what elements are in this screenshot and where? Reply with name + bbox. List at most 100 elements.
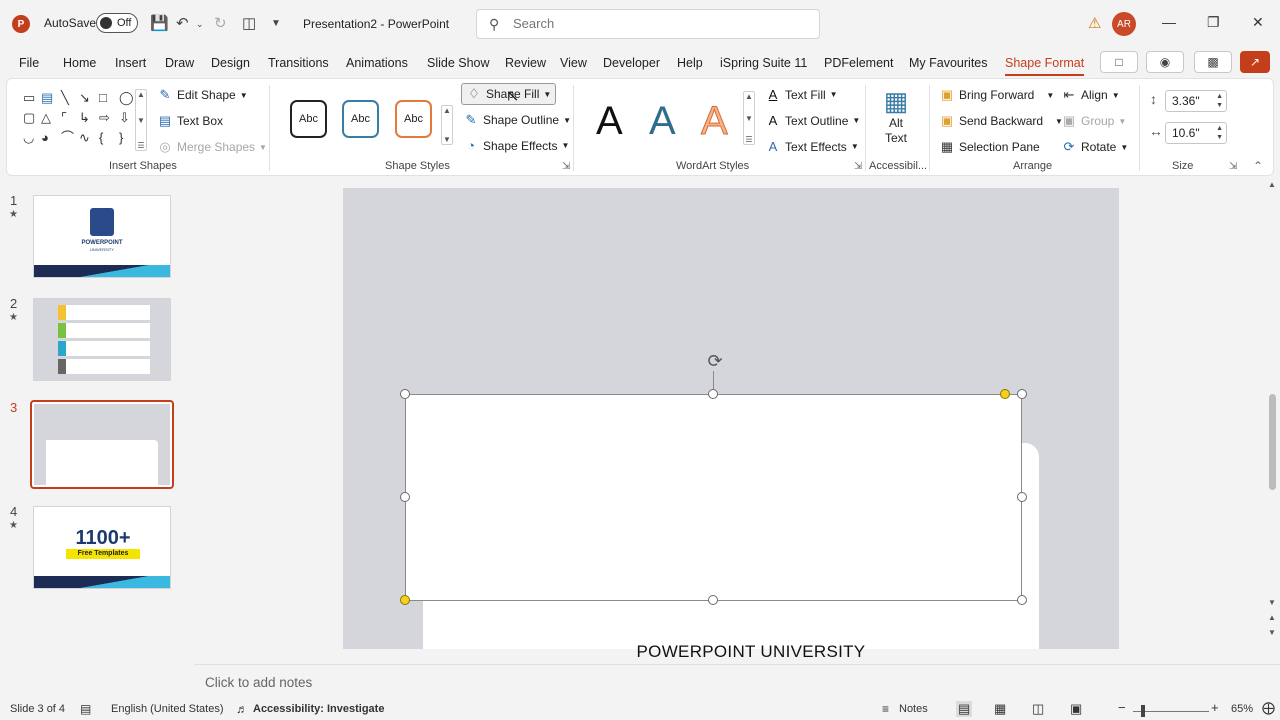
- spinner-icon[interactable]: ▲ ▼: [1216, 92, 1223, 110]
- shape-style-blue[interactable]: Abc: [342, 100, 379, 138]
- chevron-down-icon[interactable]: ▼: [137, 116, 145, 125]
- resize-handle-left[interactable]: [400, 492, 410, 502]
- shape-height-input[interactable]: 3.36" ▲ ▼: [1165, 90, 1227, 112]
- arc-shape-icon[interactable]: ⌒: [61, 131, 74, 145]
- more-icon[interactable]: ☰: [137, 141, 144, 150]
- merge-shapes-button[interactable]: ◎ Merge Shapes ▼: [157, 139, 267, 155]
- tab-home[interactable]: Home: [63, 56, 96, 70]
- share-button[interactable]: ↗: [1240, 51, 1270, 73]
- alt-text-button[interactable]: ▦ Alt Text: [879, 87, 913, 145]
- tab-slide-show[interactable]: Slide Show: [427, 56, 490, 70]
- tab-file[interactable]: File: [19, 56, 39, 70]
- chevron-up-icon[interactable]: ▲: [137, 90, 145, 99]
- adjust-handle[interactable]: [1000, 389, 1010, 399]
- right-brace-shape-icon[interactable]: }: [119, 131, 123, 145]
- vertical-scrollbar[interactable]: ▲ ▼ ▲ ▼: [1266, 176, 1280, 664]
- zoom-in-icon[interactable]: +: [1211, 700, 1219, 715]
- spelling-icon[interactable]: ▤: [80, 702, 91, 716]
- shape-style-black[interactable]: Abc: [290, 100, 327, 138]
- scribble-shape-icon[interactable]: ◕: [41, 131, 49, 145]
- restore-icon[interactable]: ❐: [1207, 14, 1220, 31]
- dialog-launcher-icon[interactable]: ⇲: [562, 161, 570, 172]
- shape-width-input[interactable]: 10.6" ▲ ▼: [1165, 122, 1227, 144]
- notes-pane[interactable]: Click to add notes: [194, 664, 1280, 696]
- scroll-down-icon[interactable]: ▼: [1268, 598, 1276, 607]
- slide-sorter-icon[interactable]: ▦: [994, 701, 1006, 717]
- previous-slide-icon[interactable]: ▲: [1268, 613, 1276, 622]
- dialog-launcher-icon[interactable]: ⇲: [1229, 161, 1237, 172]
- rotate-button[interactable]: ⟳ Rotate ▼: [1061, 139, 1129, 155]
- adjust-handle[interactable]: [400, 595, 410, 605]
- slideshow-icon[interactable]: ▣: [1070, 701, 1082, 717]
- minimize-icon[interactable]: —: [1162, 14, 1176, 30]
- tab-insert[interactable]: Insert: [115, 56, 146, 70]
- chevron-up-icon[interactable]: ▲: [443, 106, 451, 115]
- teams-button[interactable]: ▩: [1194, 51, 1232, 73]
- search-input[interactable]: [513, 16, 793, 31]
- tab-view[interactable]: View: [560, 56, 587, 70]
- down-arrow-shape-icon[interactable]: ⇩: [119, 111, 130, 125]
- tab-developer[interactable]: Developer: [603, 56, 660, 70]
- selected-shape[interactable]: [405, 394, 1022, 601]
- arrow-line-shape-icon[interactable]: ↘: [79, 91, 90, 105]
- collapse-ribbon-icon[interactable]: ⌃: [1253, 159, 1263, 173]
- slide-thumbnail-1[interactable]: POWERPOINT UNIVERSITY: [33, 195, 171, 278]
- resize-handle-top-left[interactable]: [400, 389, 410, 399]
- reading-view-icon[interactable]: ◫: [1032, 701, 1044, 717]
- align-button[interactable]: ⇤ Align ▼: [1061, 87, 1120, 103]
- fit-to-window-icon[interactable]: ⨁: [1262, 700, 1275, 716]
- resize-handle-top-right[interactable]: [1017, 389, 1027, 399]
- search-box[interactable]: ⚲: [476, 9, 820, 39]
- language-indicator[interactable]: English (United States): [111, 703, 224, 715]
- wordart-blue[interactable]: A: [649, 99, 676, 144]
- redo-icon[interactable]: ↻: [214, 14, 227, 32]
- present-icon[interactable]: ◫: [242, 14, 256, 32]
- text-fill-button[interactable]: A Text Fill ▼: [765, 87, 838, 102]
- undo-dropdown-icon[interactable]: ⌄: [196, 19, 204, 30]
- rotate-handle-icon[interactable]: ⟳: [704, 350, 726, 372]
- scroll-up-icon[interactable]: ▲: [1268, 180, 1276, 189]
- shape-effects-button[interactable]: ◔ Shape Effects ▼: [463, 138, 569, 153]
- warning-icon[interactable]: ⚠: [1088, 14, 1101, 32]
- resize-handle-right[interactable]: [1017, 492, 1027, 502]
- chevron-down-icon[interactable]: ▼: [745, 114, 753, 123]
- tab-animations[interactable]: Animations: [346, 56, 408, 70]
- autosave-toggle[interactable]: Off: [96, 13, 138, 33]
- tab-my-favourites[interactable]: My Favourites: [909, 56, 988, 70]
- edit-shape-button[interactable]: ✎ Edit Shape ▼: [157, 87, 248, 103]
- textbox-shape-icon[interactable]: ▤: [41, 91, 53, 105]
- shapes-gallery-scroll[interactable]: ▲ ▼ ☰: [135, 89, 147, 151]
- close-icon[interactable]: ✕: [1252, 14, 1264, 31]
- chevron-down-icon[interactable]: ▼: [443, 135, 451, 144]
- resize-handle-bottom[interactable]: [708, 595, 718, 605]
- record-button[interactable]: ◉: [1146, 51, 1184, 73]
- slide-footer-text[interactable]: POWERPOINT UNIVERSITY: [343, 642, 1159, 662]
- resize-handle-bottom-right[interactable]: [1017, 595, 1027, 605]
- curve-shape-icon[interactable]: ∿: [79, 131, 90, 145]
- tab-pdfelement[interactable]: PDFelement: [824, 56, 893, 70]
- spinner-icon[interactable]: ▲ ▼: [1216, 124, 1223, 142]
- avatar[interactable]: AR: [1112, 12, 1136, 36]
- shape-styles-scroll[interactable]: ▲ ▼: [441, 105, 453, 145]
- comments-button[interactable]: □: [1100, 51, 1138, 73]
- square-shape-icon[interactable]: □: [99, 91, 107, 105]
- right-arrow-shape-icon[interactable]: ⇨: [99, 111, 110, 125]
- text-effects-button[interactable]: A Text Effects ▼: [765, 139, 859, 154]
- chevron-up-icon[interactable]: ▲: [745, 92, 753, 101]
- next-slide-icon[interactable]: ▼: [1268, 628, 1276, 637]
- tab-ispring[interactable]: iSpring Suite 11: [720, 56, 807, 70]
- rounded-rect-shape-icon[interactable]: ▢: [23, 111, 35, 125]
- slide-thumbnail-3[interactable]: [30, 400, 174, 489]
- tab-shape-format[interactable]: Shape Format: [1005, 56, 1085, 76]
- left-brace-shape-icon[interactable]: {: [99, 131, 103, 145]
- scrollbar-thumb[interactable]: [1269, 394, 1276, 490]
- more-icon[interactable]: ☰: [745, 135, 752, 144]
- tab-draw[interactable]: Draw: [165, 56, 194, 70]
- wordart-orange[interactable]: A: [701, 99, 729, 144]
- undo-icon[interactable]: ↶: [176, 14, 189, 32]
- elbow-connector-icon[interactable]: ⌜: [61, 111, 67, 125]
- send-backward-button[interactable]: ▣ Send Backward ▼: [939, 113, 1063, 129]
- wordart-scroll[interactable]: ▲ ▼ ☰: [743, 91, 755, 145]
- tab-help[interactable]: Help: [677, 56, 703, 70]
- freeform-shape-icon[interactable]: ◡: [23, 131, 34, 145]
